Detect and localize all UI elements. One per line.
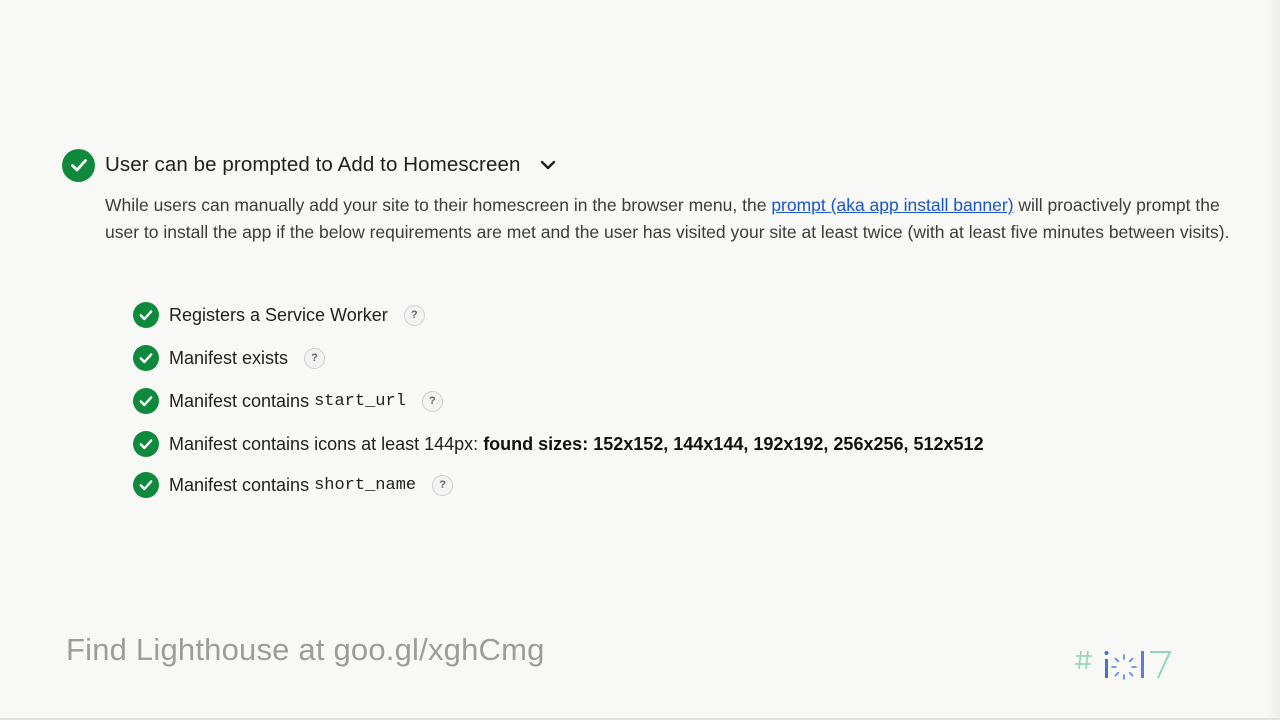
help-icon[interactable]: ?: [421, 390, 443, 412]
checkmark-icon: [133, 431, 159, 457]
checkmark-icon: [133, 388, 159, 414]
checkmark-icon: [133, 472, 159, 498]
audit-description: While users can manually add your site t…: [105, 192, 1230, 246]
check-icons-144px: Manifest contains icons at least 144px: …: [133, 429, 984, 459]
footer-link-text: Find Lighthouse at goo.gl/xghCmg: [66, 632, 545, 667]
help-icon[interactable]: ?: [432, 474, 454, 496]
check-short-name: Manifest contains short_name ?: [133, 470, 454, 500]
check-label: Manifest contains: [169, 474, 310, 495]
app-install-banner-link[interactable]: prompt (aka app install banner): [771, 195, 1013, 215]
check-label: Manifest contains: [169, 390, 310, 411]
check-label: Registers a Service Worker: [169, 304, 388, 325]
checkmark-icon: [62, 148, 95, 182]
slide-right-edge: [1266, 0, 1280, 720]
check-detail: found sizes: 152x152, 144x144, 192x192, …: [483, 433, 984, 454]
io17-logo: [1075, 650, 1172, 680]
audit-title: User can be prompted to Add to Homescree…: [105, 153, 521, 176]
description-text: While users can manually add your site t…: [105, 195, 772, 215]
audit-header[interactable]: User can be prompted to Add to Homescree…: [62, 148, 1232, 182]
check-start-url: Manifest contains start_url ?: [133, 386, 443, 416]
check-manifest-exists: Manifest exists ?: [133, 343, 326, 373]
check-code: start_url: [314, 391, 406, 411]
check-label: Manifest exists: [169, 347, 289, 368]
check-label: Manifest contains icons at least 144px:: [169, 433, 479, 454]
help-icon[interactable]: ?: [304, 347, 326, 369]
help-icon[interactable]: ?: [403, 304, 425, 326]
check-code: short_name: [314, 475, 417, 495]
checkmark-icon: [133, 302, 159, 328]
check-service-worker: Registers a Service Worker ?: [133, 300, 425, 330]
audit-add-to-homescreen: User can be prompted to Add to Homescree…: [62, 148, 1232, 246]
chevron-down-icon[interactable]: [540, 159, 556, 171]
checkmark-icon: [133, 345, 159, 371]
